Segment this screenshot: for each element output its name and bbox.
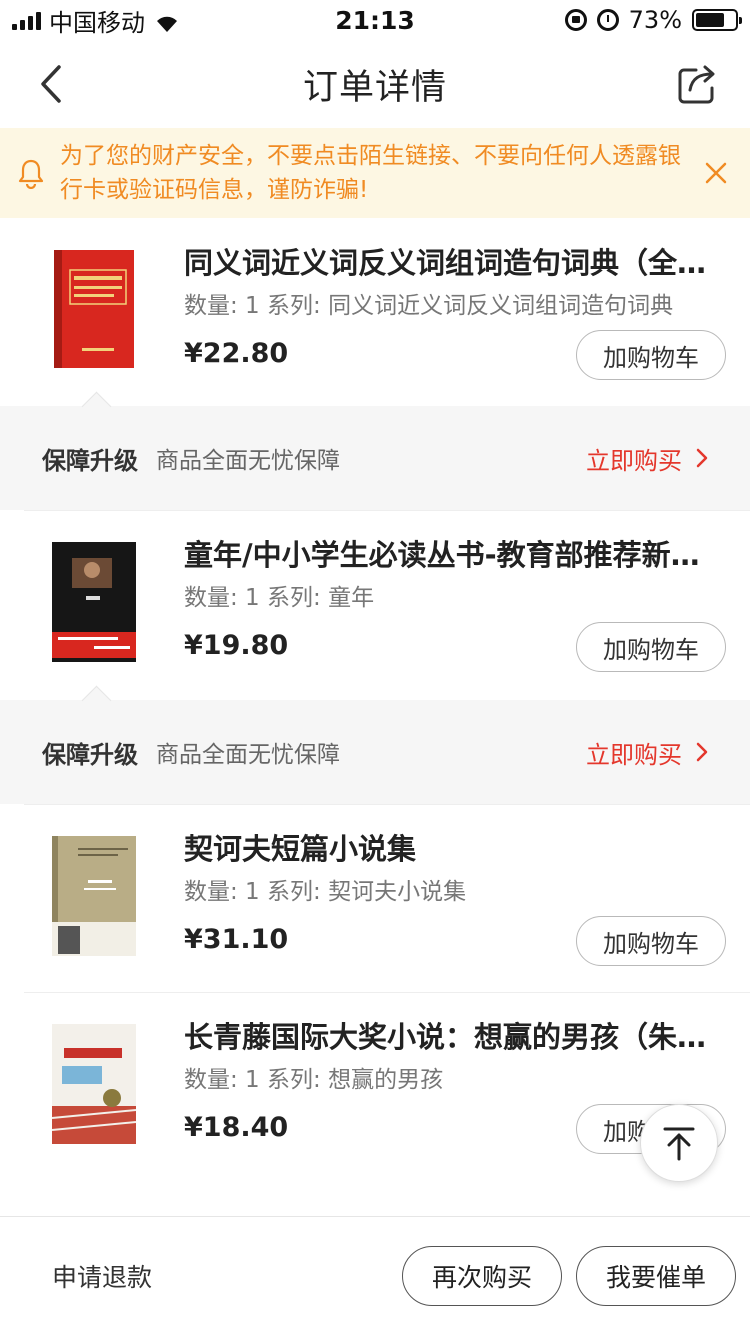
bell-icon (18, 159, 44, 189)
notice-close-button[interactable] (698, 155, 734, 191)
guarantee-title: 保障升级 (42, 446, 138, 475)
urge-order-button[interactable]: 我要催单 (576, 1245, 736, 1306)
guarantee-upgrade-row[interactable]: 保障升级 商品全面无忧保障 立即购买 (0, 700, 750, 804)
status-bar: 中国移动 21:13 73% (0, 0, 750, 40)
guarantee-title: 保障升级 (42, 740, 138, 769)
product-meta: 数量: 1 系列: 同义词近义词反义词组词造句词典 (184, 293, 674, 319)
bottom-action-bar: 申请退款 再次购买 我要催单 (0, 1216, 750, 1334)
order-item[interactable]: 童年/中小学生必读丛书-教育部推荐新课标 数量: 1 系列: 童年 ¥19.80… (0, 510, 750, 698)
product-price: ¥18.40 (184, 1112, 289, 1143)
nav-bar: 订单详情 (0, 40, 750, 128)
share-icon (678, 65, 715, 104)
share-button[interactable] (674, 60, 722, 108)
product-price: ¥31.10 (184, 924, 289, 955)
close-icon (705, 162, 727, 184)
battery-level (696, 13, 724, 27)
back-to-top-button[interactable] (640, 1104, 718, 1182)
product-price: ¥19.80 (184, 630, 289, 661)
page-title: 订单详情 (302, 67, 447, 108)
orientation-lock-icon (564, 9, 587, 31)
back-button[interactable] (28, 62, 72, 106)
buy-now-label: 立即购买 (586, 740, 682, 769)
add-to-cart-button[interactable]: 加购物车 (576, 330, 726, 380)
product-meta: 数量: 1 系列: 童年 (184, 585, 375, 611)
guarantee-desc: 商品全面无忧保障 (156, 742, 340, 768)
battery-icon (692, 9, 742, 31)
divider (24, 992, 750, 993)
notice-text: 为了您的财产安全，不要点击陌生链接、不要向任何人透露银行卡或验证码信息，谨防诈骗… (60, 143, 681, 203)
add-to-cart-button[interactable]: 加购物车 (576, 622, 726, 672)
arrow-up-icon (663, 1127, 695, 1161)
product-price: ¥22.80 (184, 338, 289, 369)
guarantee-desc: 商品全面无忧保障 (156, 448, 340, 474)
product-cover-image[interactable] (48, 540, 140, 664)
product-title[interactable]: 长青藤国际大奖小说：想赢的男孩（朱自强） (184, 1014, 714, 1056)
chevron-right-icon (696, 742, 708, 762)
order-item[interactable]: 长青藤国际大奖小说：想赢的男孩（朱自强） 数量: 1 系列: 想赢的男孩 ¥18… (0, 992, 750, 1180)
product-title[interactable]: 同义词近义词反义词组词造句词典（全新版） (184, 240, 714, 282)
product-meta: 数量: 1 系列: 想赢的男孩 (184, 1067, 444, 1093)
request-refund-link[interactable]: 申请退款 (52, 1258, 152, 1294)
product-title[interactable]: 契诃夫短篇小说集 (184, 826, 714, 868)
wifi-icon (155, 11, 179, 32)
product-title[interactable]: 童年/中小学生必读丛书-教育部推荐新课标 (184, 532, 714, 574)
product-cover-image[interactable] (48, 248, 140, 372)
chevron-right-icon (696, 448, 708, 468)
carrier-label: 中国移动 (49, 8, 145, 37)
fraud-warning-banner: 为了您的财产安全，不要点击陌生链接、不要向任何人透露银行卡或验证码信息，谨防诈骗… (0, 128, 750, 218)
order-item[interactable]: 同义词近义词反义词组词造句词典（全新版） 数量: 1 系列: 同义词近义词反义词… (0, 218, 750, 406)
product-meta: 数量: 1 系列: 契诃夫小说集 (184, 879, 467, 905)
buy-again-button[interactable]: 再次购买 (402, 1245, 562, 1306)
divider (24, 804, 750, 805)
buy-now-link[interactable]: 立即购买 (586, 735, 708, 770)
battery-percent: 73% (628, 6, 682, 34)
product-cover-image[interactable] (48, 1022, 140, 1146)
divider (24, 510, 750, 511)
chevron-left-icon (41, 65, 61, 103)
order-item[interactable]: 契诃夫短篇小说集 数量: 1 系列: 契诃夫小说集 ¥31.10 加购物车 (0, 804, 750, 992)
signal-icon (12, 10, 41, 30)
buy-now-label: 立即购买 (586, 446, 682, 475)
alarm-icon (596, 9, 619, 31)
add-to-cart-button[interactable]: 加购物车 (576, 916, 726, 966)
buy-now-link[interactable]: 立即购买 (586, 441, 708, 476)
product-cover-image[interactable] (48, 834, 140, 958)
guarantee-upgrade-row[interactable]: 保障升级 商品全面无忧保障 立即购买 (0, 406, 750, 510)
